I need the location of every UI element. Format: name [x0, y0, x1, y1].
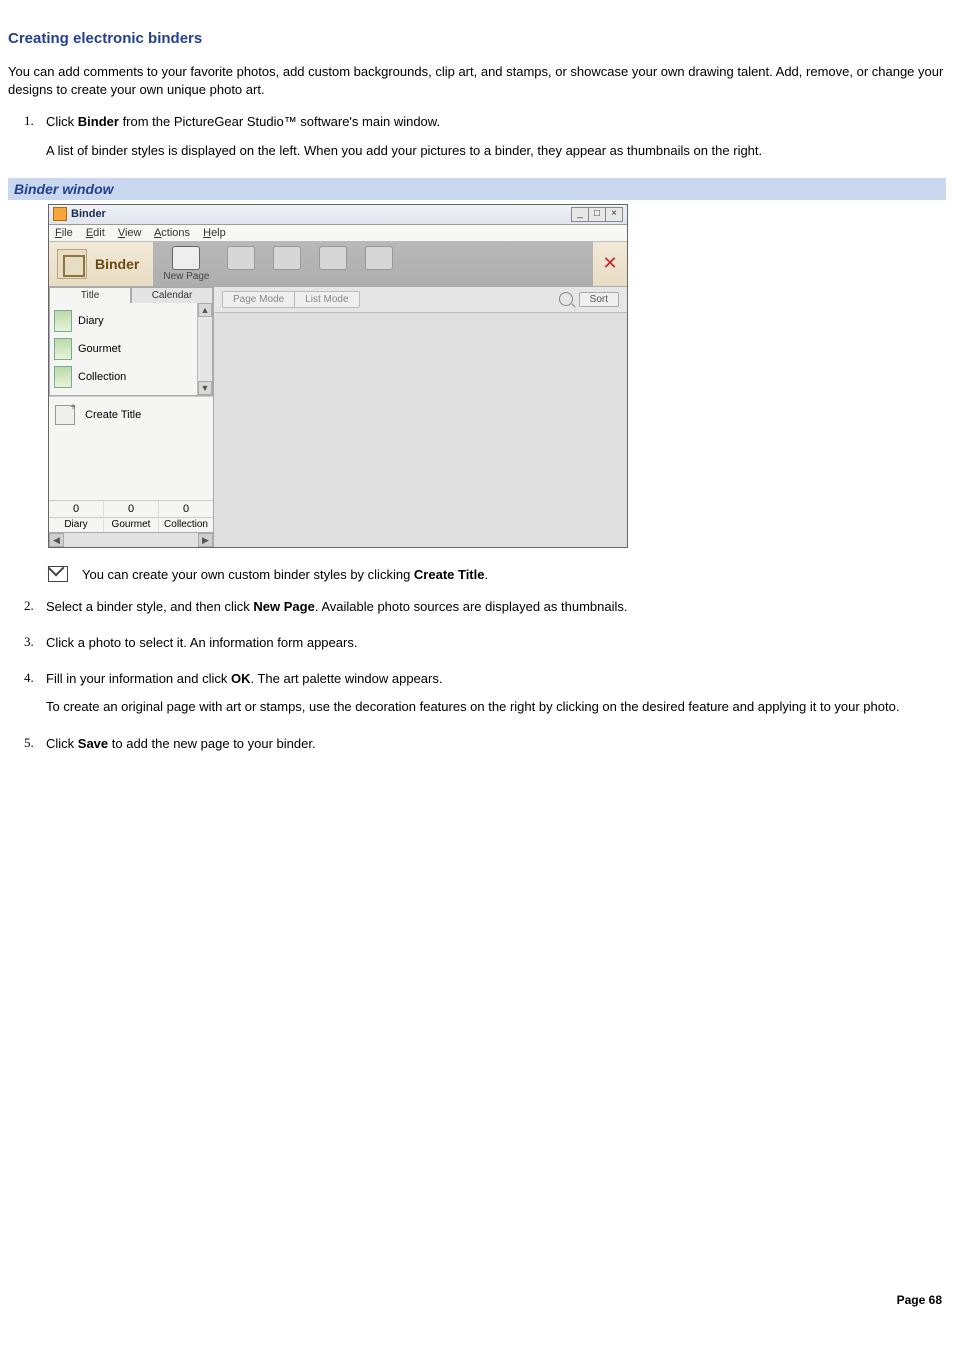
toolbar-button-5[interactable] [365, 246, 393, 282]
screenshot-caption: Binder window [8, 178, 946, 200]
sidebar: Title Calendar Diary Gourmet Collection … [49, 287, 214, 547]
style-diary[interactable]: Diary [52, 307, 210, 335]
menu-help[interactable]: Help [203, 227, 226, 239]
step-extra: To create an original page with art or s… [46, 698, 946, 716]
close-button[interactable]: × [605, 207, 623, 222]
menu-edit[interactable]: Edit [86, 227, 105, 239]
step-number: 2. [24, 598, 34, 614]
vertical-scrollbar[interactable]: ▲ ▼ [197, 303, 212, 395]
maximize-button[interactable]: □ [588, 207, 606, 222]
step-4: 4. Fill in your information and click OK… [8, 670, 946, 716]
step-text: Fill in your information and click OK. T… [46, 670, 946, 688]
create-title-label: Create Title [85, 409, 141, 421]
menu-view[interactable]: View [118, 227, 142, 239]
menu-file[interactable]: FFileile [55, 227, 73, 239]
style-label: Collection [78, 371, 126, 383]
horizontal-scrollbar[interactable]: ◀ ▶ [49, 532, 213, 547]
toolbar-button-2[interactable] [227, 246, 255, 282]
scroll-up-icon[interactable]: ▲ [198, 303, 212, 317]
minimize-button[interactable]: _ [571, 207, 589, 222]
toolbar-button-3[interactable] [273, 246, 301, 282]
step-number: 5. [24, 735, 34, 751]
list-mode-button[interactable]: List Mode [294, 291, 359, 308]
step-number: 3. [24, 634, 34, 650]
create-title-icon [55, 405, 75, 425]
counter-gourmet: 0 Gourmet [104, 501, 159, 532]
zoom-icon[interactable] [559, 292, 573, 306]
binder-style-list: Diary Gourmet Collection ▲ ▼ [49, 303, 213, 396]
menubar: FFileile Edit View Actions Help [49, 225, 627, 242]
style-gourmet[interactable]: Gourmet [52, 335, 210, 363]
sort-button[interactable]: Sort [579, 292, 619, 307]
toolbar-button-4[interactable] [319, 246, 347, 282]
window-title: Binder [71, 208, 106, 220]
new-page-button[interactable]: New Page [163, 246, 209, 282]
toolbar: Binder New Page ✕ [49, 242, 627, 287]
app-icon [53, 207, 67, 221]
counter-collection: 0 Collection [159, 501, 213, 532]
pencil-note-icon [48, 566, 72, 584]
page-title: Creating electronic binders [8, 30, 946, 47]
style-label: Gourmet [78, 343, 121, 355]
brand-label: Binder [95, 256, 139, 272]
binder-window-screenshot: Binder _ □ × FFileile Edit View Actions … [48, 204, 628, 548]
step-text: Click Binder from the PictureGear Studio… [46, 113, 946, 131]
style-collection[interactable]: Collection [52, 363, 210, 391]
menu-actions[interactable]: Actions [154, 227, 190, 239]
scroll-down-icon[interactable]: ▼ [198, 381, 212, 395]
tool-icon [227, 246, 255, 270]
binder-swatch-icon [54, 366, 72, 388]
tool-icon [365, 246, 393, 270]
main-pane: Page Mode List Mode Sort [214, 287, 627, 547]
style-label: Diary [78, 315, 104, 327]
binder-swatch-icon [54, 310, 72, 332]
intro-paragraph: You can add comments to your favorite ph… [8, 63, 946, 99]
step-text: Click a photo to select it. An informati… [46, 634, 946, 652]
tool-icon [273, 246, 301, 270]
step-2: 2. Select a binder style, and then click… [8, 598, 946, 616]
page-footer: Page 68 [8, 1293, 946, 1307]
create-title-button[interactable]: Create Title [49, 396, 213, 433]
counters: 0 Diary 0 Gourmet 0 Collection [49, 500, 213, 532]
counter-diary: 0 Diary [49, 501, 104, 532]
step-number: 4. [24, 670, 34, 686]
step-number: 1. [24, 113, 34, 129]
note-text: You can create your own custom binder st… [82, 567, 488, 582]
scroll-right-icon[interactable]: ▶ [198, 533, 213, 547]
binder-swatch-icon [54, 338, 72, 360]
step-extra: A list of binder styles is displayed on … [46, 142, 946, 160]
preferences-button[interactable]: ✕ [593, 242, 627, 286]
scroll-left-icon[interactable]: ◀ [49, 533, 64, 547]
step-3: 3. Click a photo to select it. An inform… [8, 634, 946, 652]
tool-icon [319, 246, 347, 270]
new-page-icon [172, 246, 200, 270]
step-1: 1. Click Binder from the PictureGear Stu… [8, 113, 946, 159]
tab-title[interactable]: Title [49, 287, 131, 303]
tab-calendar[interactable]: Calendar [131, 287, 213, 303]
page-mode-button[interactable]: Page Mode [222, 291, 294, 308]
content-area [214, 313, 627, 547]
window-titlebar: Binder _ □ × [49, 205, 627, 225]
step-text: Select a binder style, and then click Ne… [46, 598, 946, 616]
step-text: Click Save to add the new page to your b… [46, 735, 946, 753]
step-5: 5. Click Save to add the new page to you… [8, 735, 946, 753]
binder-icon [57, 249, 87, 279]
note: You can create your own custom binder st… [48, 566, 946, 584]
